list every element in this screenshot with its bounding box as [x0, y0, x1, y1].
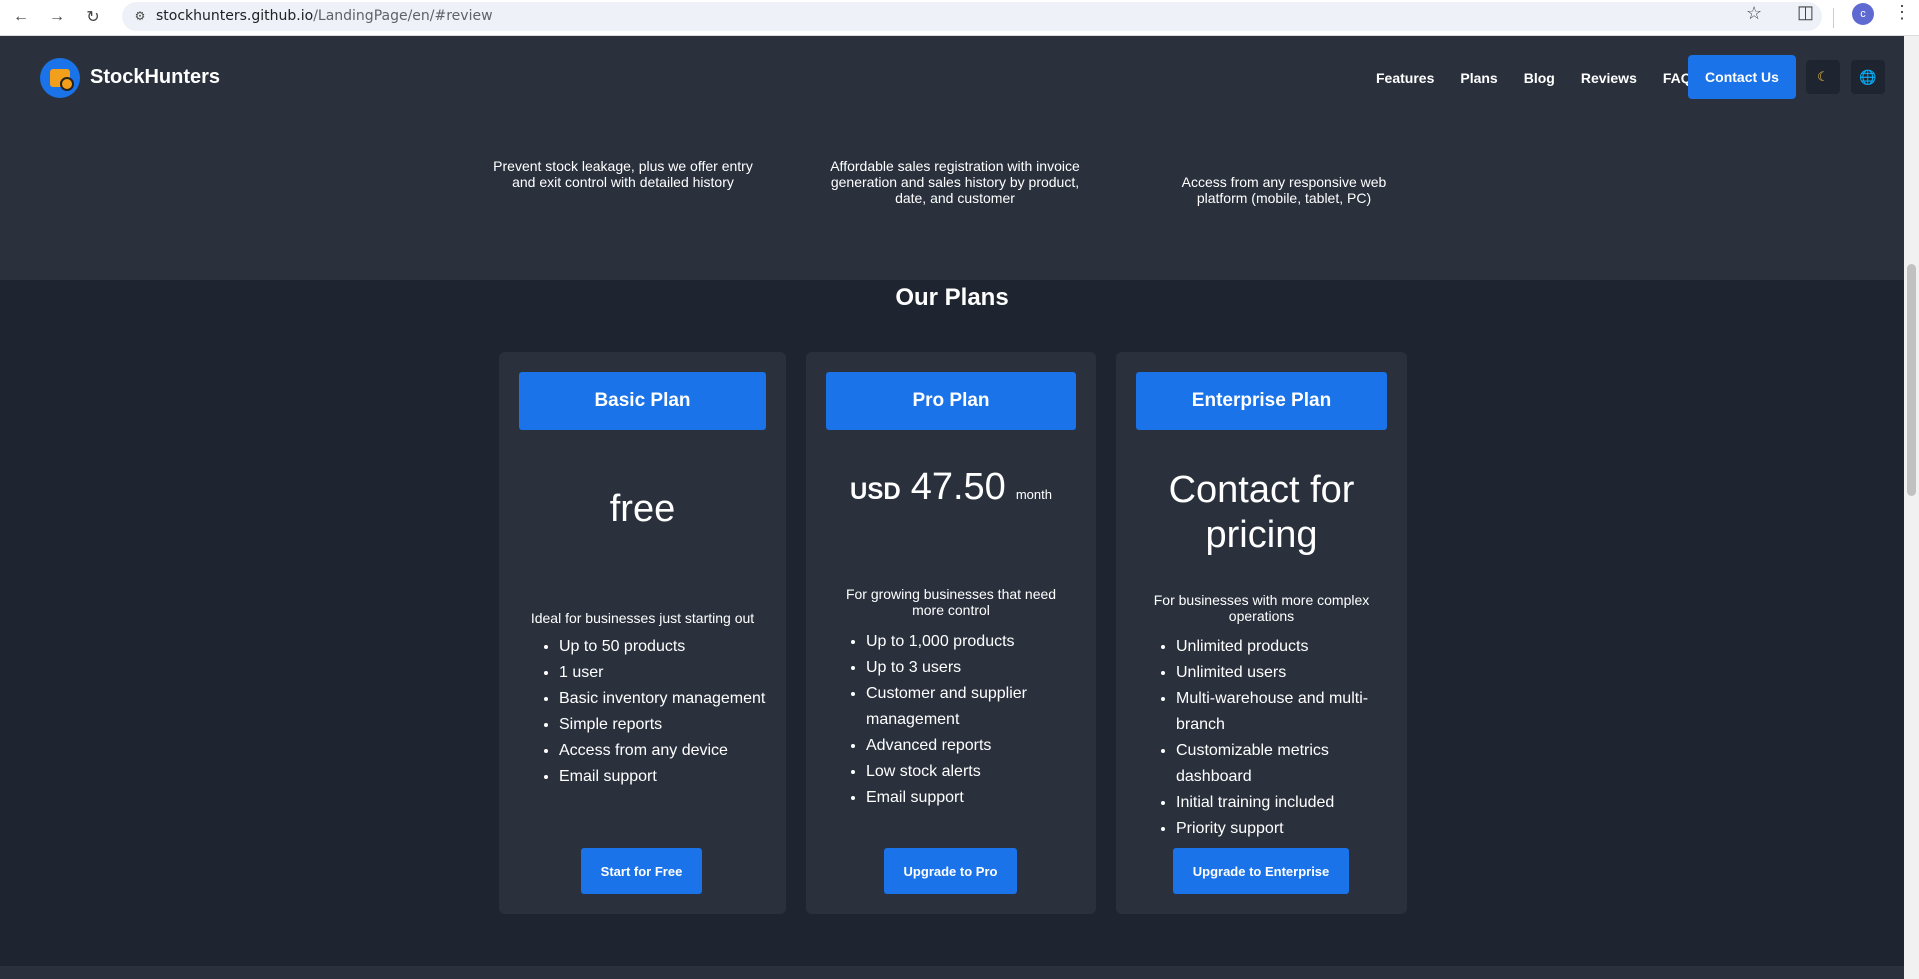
url-path: /LandingPage/en/#review	[313, 8, 493, 24]
enterprise-plan-description: For businesses with more complex operati…	[1153, 592, 1370, 624]
list-item: Email support	[866, 785, 1076, 811]
url-text[interactable]: stockhunters.github.io/LandingPage/en/#r…	[156, 8, 493, 24]
list-item: Multi-warehouse and multi-branch	[1176, 686, 1386, 738]
enterprise-plan-features: Unlimited products Unlimited users Multi…	[1176, 634, 1386, 842]
scrollbar-thumb[interactable]	[1907, 264, 1916, 496]
nav-plans[interactable]: Plans	[1460, 70, 1497, 86]
basic-plan-description: Ideal for businesses just starting out	[530, 610, 755, 626]
list-item: Customizable metrics dashboard	[1176, 738, 1386, 790]
globe-icon[interactable]: 🌐	[1851, 60, 1885, 94]
next-section-edge	[0, 966, 1904, 979]
list-item: Up to 3 users	[866, 655, 1076, 681]
plans-title: Our Plans	[895, 284, 1009, 311]
price-period: month	[1015, 487, 1052, 502]
enterprise-plan-price: Contact for pricing	[1168, 469, 1355, 556]
list-item: Basic inventory management	[559, 686, 779, 712]
page-scrollbar[interactable]	[1904, 36, 1919, 979]
extensions-icon[interactable]: ◫	[1797, 2, 1814, 23]
pro-plan-header: Pro Plan	[826, 372, 1076, 430]
upgrade-to-pro-button[interactable]: Upgrade to Pro	[884, 848, 1017, 894]
feature-sales-text: Affordable sales registration with invoi…	[830, 158, 1080, 206]
upgrade-to-enterprise-button[interactable]: Upgrade to Enterprise	[1173, 848, 1349, 894]
list-item: Simple reports	[559, 712, 779, 738]
feature-access-text: Access from any responsive web platform …	[1181, 174, 1387, 206]
url-host: stockhunters.github.io	[156, 8, 314, 24]
basic-plan-card: Basic Plan free Ideal for businesses jus…	[499, 352, 786, 914]
nav-blog[interactable]: Blog	[1524, 70, 1555, 86]
profile-avatar[interactable]: c	[1852, 3, 1874, 25]
price-amount: 47.50	[910, 466, 1006, 508]
nav-reviews[interactable]: Reviews	[1581, 70, 1637, 86]
forward-icon[interactable]: →	[42, 2, 72, 32]
enterprise-plan-card: Enterprise Plan Contact for pricing For …	[1116, 352, 1407, 914]
basic-plan-price: free	[609, 488, 676, 530]
list-item: Up to 1,000 products	[866, 629, 1076, 655]
list-item: Unlimited products	[1176, 634, 1386, 660]
basic-plan-header: Basic Plan	[519, 372, 766, 430]
menu-icon[interactable]: ⋮	[1893, 2, 1911, 23]
site-header: StockHunters Features Plans Blog Reviews…	[0, 36, 1904, 118]
page-viewport: StockHunters Features Plans Blog Reviews…	[0, 36, 1904, 979]
moon-icon[interactable]: ☾	[1806, 60, 1840, 94]
features-section: Prevent stock leakage, plus we offer ent…	[0, 118, 1904, 280]
contact-us-button[interactable]: Contact Us	[1688, 55, 1796, 99]
list-item: Up to 50 products	[559, 634, 779, 660]
main-nav: Features Plans Blog Reviews FAQ	[1376, 70, 1718, 86]
list-item: Initial training included	[1176, 790, 1386, 816]
feature-stock-control-text: Prevent stock leakage, plus we offer ent…	[493, 158, 753, 190]
list-item: 1 user	[559, 660, 779, 686]
brand-name[interactable]: StockHunters	[90, 66, 220, 89]
nav-features[interactable]: Features	[1376, 70, 1434, 86]
toolbar-divider	[1833, 8, 1834, 28]
site-info-icon[interactable]: ⚙	[132, 8, 148, 24]
pro-plan-features: Up to 1,000 products Up to 3 users Custo…	[866, 629, 1076, 811]
list-item: Access from any device	[559, 738, 779, 764]
browser-toolbar: ← → ↻ ⚙ stockhunters.github.io/LandingPa…	[0, 0, 1919, 36]
pro-plan-description: For growing businesses that need more co…	[845, 586, 1057, 618]
back-icon[interactable]: ←	[6, 2, 36, 32]
basic-plan-features: Up to 50 products 1 user Basic inventory…	[559, 634, 779, 790]
address-bar[interactable]: ⚙ stockhunters.github.io/LandingPage/en/…	[122, 2, 1822, 31]
list-item: Priority support	[1176, 816, 1386, 842]
list-item: Customer and supplier management	[866, 681, 1076, 733]
pro-plan-card: Pro Plan USD 47.50 month For growing bus…	[806, 352, 1096, 914]
reload-icon[interactable]: ↻	[78, 2, 108, 32]
list-item: Advanced reports	[866, 733, 1076, 759]
star-icon[interactable]: ☆	[1746, 3, 1762, 24]
pro-plan-price: USD 47.50 month	[806, 466, 1096, 509]
enterprise-plan-header: Enterprise Plan	[1136, 372, 1387, 430]
start-for-free-button[interactable]: Start for Free	[581, 848, 702, 894]
logo-icon[interactable]	[40, 58, 80, 98]
list-item: Email support	[559, 764, 779, 790]
list-item: Unlimited users	[1176, 660, 1386, 686]
price-currency: USD	[850, 478, 901, 505]
list-item: Low stock alerts	[866, 759, 1076, 785]
